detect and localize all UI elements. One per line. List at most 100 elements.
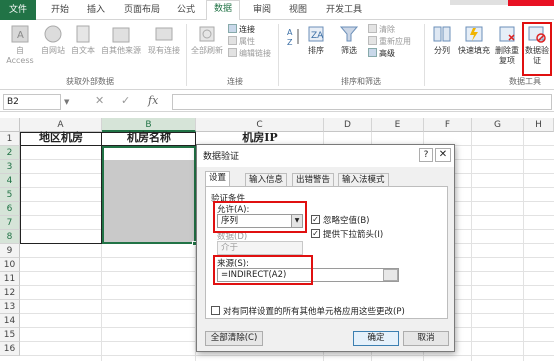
text-to-columns-button[interactable]: 分列 — [428, 24, 456, 56]
data-validation-icon — [528, 26, 546, 43]
flash-fill-icon — [465, 26, 483, 42]
tab-settings[interactable]: 设置 — [205, 171, 231, 187]
connections-small-buttons: 连接 属性 编辑链接 — [228, 24, 271, 60]
row-header[interactable]: 6 — [0, 202, 20, 216]
filter-button[interactable]: 筛选 — [334, 24, 364, 56]
select-all-corner[interactable] — [0, 118, 20, 132]
row-header[interactable]: 10 — [0, 258, 20, 272]
row-header[interactable]: 11 — [0, 272, 20, 286]
flash-fill-button[interactable]: 快速填充 — [456, 24, 492, 56]
close-window-strip[interactable] — [508, 0, 554, 6]
tab-insert[interactable]: 插入 — [80, 0, 112, 20]
column-header[interactable]: F — [424, 118, 472, 132]
help-button[interactable]: ? — [419, 148, 433, 162]
cancel-button[interactable]: 取消 — [403, 331, 449, 346]
clear-filter-button[interactable]: 清除 — [368, 24, 411, 36]
column-header[interactable]: G — [472, 118, 524, 132]
remove-duplicates-button[interactable]: 删除重复项 — [494, 24, 520, 66]
close-button[interactable]: ✕ — [435, 148, 451, 162]
formula-bar: B2 ▼ ✕ ✓ fx — [0, 92, 554, 112]
refresh-all-button[interactable]: 全部刷新 — [190, 24, 224, 56]
advanced-icon — [368, 48, 377, 57]
tab-home[interactable]: 开始 — [44, 0, 76, 20]
reapply-button[interactable]: 重新应用 — [368, 36, 411, 48]
other-sources-icon — [112, 27, 130, 43]
advanced-filter-button[interactable]: 高级 — [368, 48, 411, 60]
row-header[interactable]: 5 — [0, 188, 20, 202]
clear-all-button[interactable]: 全部清除(C) — [205, 331, 263, 346]
link-icon — [228, 24, 237, 33]
selected-range[interactable] — [102, 146, 196, 244]
tab-file[interactable]: 文件 — [0, 0, 36, 20]
data-select[interactable]: 介于 — [217, 241, 303, 255]
gridline — [523, 132, 524, 361]
cell-a1[interactable]: 地区机房 — [20, 131, 102, 145]
tab-page-layout[interactable]: 页面布局 — [118, 0, 166, 20]
column-header[interactable]: H — [524, 118, 554, 132]
cancel-icon[interactable]: ✕ — [95, 94, 104, 107]
range-picker-icon[interactable] — [383, 269, 398, 281]
column-header[interactable]: E — [372, 118, 424, 132]
row-header[interactable]: 13 — [0, 300, 20, 314]
row-header[interactable]: 9 — [0, 244, 20, 258]
column-header[interactable]: A — [20, 118, 102, 132]
insert-function-button[interactable]: fx — [148, 94, 158, 107]
dialog-title-bar: 数据验证 ? ✕ — [197, 145, 454, 167]
tab-input-message[interactable]: 输入信息 — [245, 173, 288, 186]
name-box-dropdown-icon[interactable]: ▼ — [64, 98, 69, 106]
apply-all-checkbox[interactable] — [211, 306, 220, 315]
row-header[interactable]: 3 — [0, 160, 20, 174]
dropdown-arrow-checkbox[interactable]: ✓ — [311, 229, 320, 238]
ignore-blank-checkbox[interactable]: ✓ — [311, 215, 320, 224]
group-label-connections: 连接 — [227, 77, 243, 86]
active-cell-b2[interactable] — [102, 146, 196, 160]
tab-developer[interactable]: 开发工具 — [318, 0, 370, 20]
dropdown-arrow-label: 提供下拉箭头(I) — [323, 230, 384, 240]
from-web-button[interactable]: 自网站 — [38, 24, 68, 56]
ribbon: A 自 Access 自网站 自文本 自其他来源 现有连接 获取外部数据 全部刷… — [0, 20, 554, 90]
formula-input[interactable] — [172, 94, 552, 110]
highlight-source — [213, 255, 313, 285]
tab-error-alert[interactable]: 出错警告 — [292, 173, 335, 186]
sort-button[interactable]: ZA 排序 — [302, 24, 330, 56]
row-header[interactable]: 7 — [0, 216, 20, 230]
from-other-sources-button[interactable]: 自其他来源 — [98, 24, 144, 56]
from-access-button[interactable]: A 自 Access — [2, 24, 38, 66]
cell-b1[interactable]: 机房名称 — [102, 131, 196, 145]
existing-connections-button[interactable]: 现有连接 — [146, 24, 182, 56]
tab-data[interactable]: 数据 — [206, 0, 240, 21]
row-header[interactable]: 1 — [0, 132, 20, 146]
column-header[interactable]: D — [324, 118, 372, 132]
row-header[interactable]: 4 — [0, 174, 20, 188]
row-header[interactable]: 16 — [0, 342, 20, 356]
edit-links-icon — [228, 48, 237, 57]
properties-button[interactable]: 属性 — [228, 36, 271, 48]
name-box[interactable]: B2 — [3, 94, 61, 110]
group-label-sort: 排序和筛选 — [341, 77, 381, 86]
tab-view[interactable]: 视图 — [282, 0, 314, 20]
row-header[interactable]: 2 — [0, 146, 20, 160]
ribbon-separator — [424, 24, 425, 86]
enter-icon[interactable]: ✓ — [121, 94, 130, 107]
column-header[interactable]: C — [196, 118, 324, 132]
data-validation-button[interactable]: 数据验证 — [522, 22, 552, 76]
tab-formulas[interactable]: 公式 — [170, 0, 202, 20]
connections-icon — [155, 27, 173, 41]
row-header[interactable]: 12 — [0, 286, 20, 300]
from-text-button[interactable]: 自文本 — [68, 24, 98, 56]
tab-review[interactable]: 审阅 — [246, 0, 278, 20]
tab-ime-mode[interactable]: 输入法模式 — [338, 173, 389, 186]
cell-c1[interactable]: 机房IP — [196, 131, 324, 145]
reapply-icon — [368, 36, 377, 45]
ribbon-tab-bar: 文件 开始 插入 页面布局 公式 数据 审阅 视图 开发工具 — [0, 0, 554, 21]
column-header[interactable]: B — [102, 118, 196, 132]
sort-az-button[interactable]: AZ — [286, 26, 302, 51]
edit-links-button[interactable]: 编辑链接 — [228, 48, 271, 60]
group-label-tools: 数据工具 — [509, 77, 541, 86]
row-header[interactable]: 15 — [0, 328, 20, 342]
ok-button[interactable]: 确定 — [353, 331, 399, 346]
ignore-blank-label: 忽略空值(B) — [323, 216, 370, 226]
row-header[interactable]: 8 — [0, 230, 20, 244]
connections-button[interactable]: 连接 — [228, 24, 271, 36]
row-header[interactable]: 14 — [0, 314, 20, 328]
